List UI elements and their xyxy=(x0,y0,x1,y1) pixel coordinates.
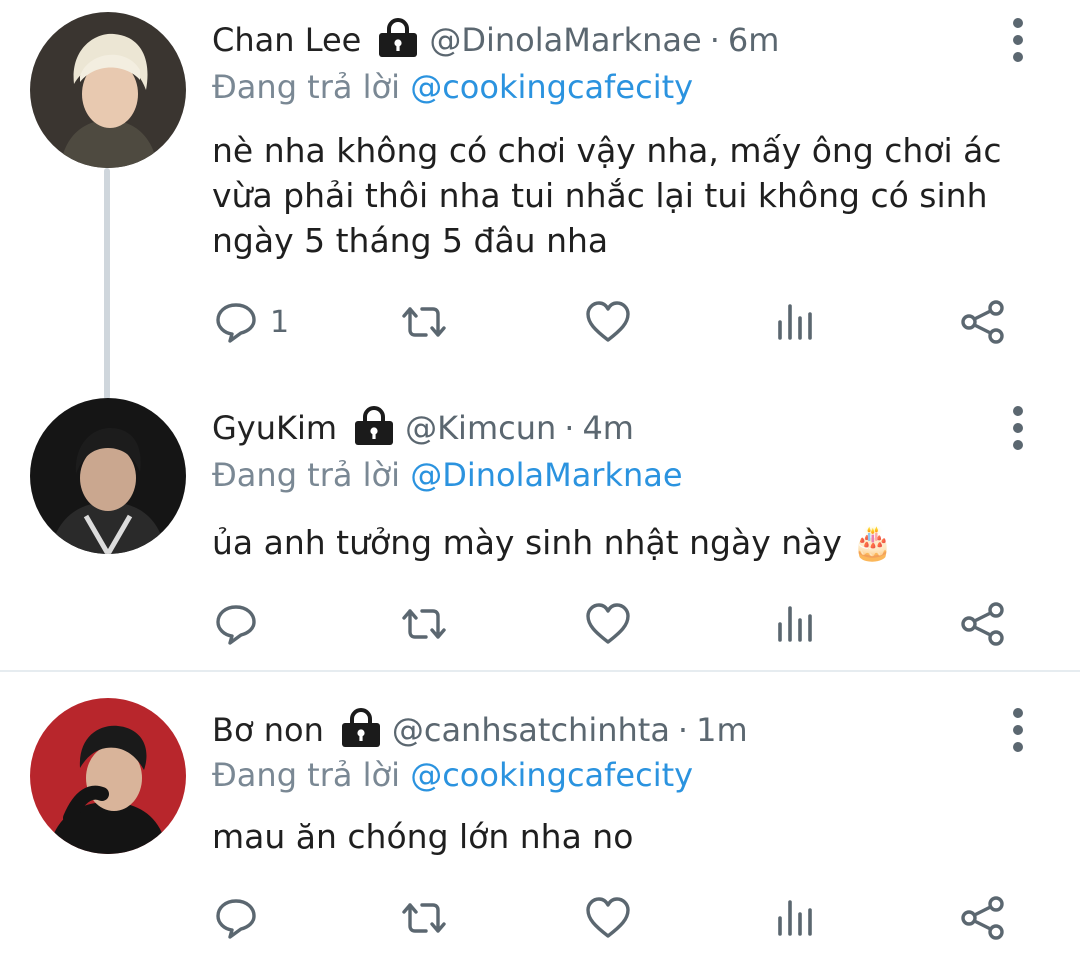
author-handle[interactable]: @canhsatchinhta xyxy=(392,708,670,752)
analytics-button[interactable] xyxy=(776,594,816,654)
replying-to: Đang trả lời @cookingcafecity xyxy=(212,64,693,110)
avatar-image xyxy=(30,398,186,554)
separator-dot: · xyxy=(709,21,720,59)
analytics-icon xyxy=(776,896,816,940)
reply-icon xyxy=(214,602,258,646)
like-button[interactable] xyxy=(585,888,631,948)
more-vertical-icon[interactable] xyxy=(1008,406,1028,450)
replying-to-label: Đang trả lời xyxy=(212,456,401,494)
tweet-actions xyxy=(0,888,1080,948)
replying-to: Đang trả lời @DinolaMarknae xyxy=(212,452,683,498)
tweet-text: mau ăn chóng lớn nha no xyxy=(212,817,634,856)
tweet-divider xyxy=(0,670,1080,672)
analytics-icon xyxy=(776,602,816,646)
share-icon xyxy=(960,601,1006,647)
replying-to-label: Đang trả lời xyxy=(212,68,401,106)
avatar-image xyxy=(30,12,186,168)
tweet-header: GyuKim @Kimcun · 4m xyxy=(212,406,634,450)
reply-button[interactable]: 1 xyxy=(214,292,289,352)
retweet-button[interactable] xyxy=(398,888,450,948)
share-button[interactable] xyxy=(960,292,1006,352)
author-name[interactable]: GyuKim xyxy=(212,406,337,450)
tweet-2[interactable]: GyuKim @Kimcun · 4m Đang trả lời @Dinola… xyxy=(0,390,1080,670)
more-vertical-icon[interactable] xyxy=(1008,18,1028,62)
tweet-1[interactable]: Chan Lee @DinolaMarknae · 6m Đang trả lờ… xyxy=(0,0,1080,390)
retweet-button[interactable] xyxy=(398,292,450,352)
lock-icon xyxy=(377,18,419,58)
avatar[interactable] xyxy=(30,398,186,554)
retweet-button[interactable] xyxy=(398,594,450,654)
tweet-text: ủa anh tưởng mày sinh nhật ngày này 🎂 xyxy=(212,523,894,562)
tweet-text: nè nha không có chơi vậy nha, mấy ông ch… xyxy=(212,131,1002,260)
timestamp[interactable]: 1m xyxy=(696,708,748,752)
tweet-actions: 1 xyxy=(0,292,1080,352)
like-button[interactable] xyxy=(585,292,631,352)
replying-to-handle[interactable]: @cookingcafecity xyxy=(410,756,693,794)
reply-button[interactable] xyxy=(214,888,270,948)
avatar[interactable] xyxy=(30,12,186,168)
share-icon xyxy=(960,299,1006,345)
author-name[interactable]: Chan Lee xyxy=(212,18,361,62)
reply-icon xyxy=(214,300,258,344)
author-handle[interactable]: @Kimcun xyxy=(405,406,556,450)
like-icon xyxy=(585,300,631,344)
timestamp[interactable]: 4m xyxy=(582,406,634,450)
avatar-image xyxy=(30,698,186,854)
author-handle[interactable]: @DinolaMarknae xyxy=(429,18,701,62)
retweet-icon xyxy=(398,896,450,940)
tweet-header: Chan Lee @DinolaMarknae · 6m xyxy=(212,18,779,62)
like-icon xyxy=(585,896,631,940)
like-icon xyxy=(585,602,631,646)
tweet-actions xyxy=(0,594,1080,654)
analytics-button[interactable] xyxy=(776,292,816,352)
like-button[interactable] xyxy=(585,594,631,654)
tweet-3[interactable]: Bơ non @canhsatchinhta · 1m Đang trả lời… xyxy=(0,692,1080,956)
avatar[interactable] xyxy=(30,698,186,854)
retweet-icon xyxy=(398,300,450,344)
retweet-icon xyxy=(398,602,450,646)
separator-dot: · xyxy=(564,409,575,447)
reply-count: 1 xyxy=(270,304,290,340)
lock-icon xyxy=(353,406,395,446)
separator-dot: · xyxy=(677,711,689,749)
reply-button[interactable] xyxy=(214,594,270,654)
share-button[interactable] xyxy=(960,888,1006,948)
analytics-icon xyxy=(776,300,816,344)
share-button[interactable] xyxy=(960,594,1006,654)
replying-to-label: Đang trả lời xyxy=(212,756,401,794)
lock-icon xyxy=(340,708,382,748)
timestamp[interactable]: 6m xyxy=(728,18,780,62)
replying-to-handle[interactable]: @cookingcafecity xyxy=(410,68,693,106)
replying-to-handle[interactable]: @DinolaMarknae xyxy=(410,456,682,494)
replying-to: Đang trả lời @cookingcafecity xyxy=(212,752,693,798)
author-name[interactable]: Bơ non xyxy=(212,708,324,752)
share-icon xyxy=(960,895,1006,941)
reply-icon xyxy=(214,896,258,940)
tweet-header: Bơ non @canhsatchinhta · 1m xyxy=(212,708,748,752)
more-vertical-icon[interactable] xyxy=(1008,708,1028,752)
analytics-button[interactable] xyxy=(776,888,816,948)
